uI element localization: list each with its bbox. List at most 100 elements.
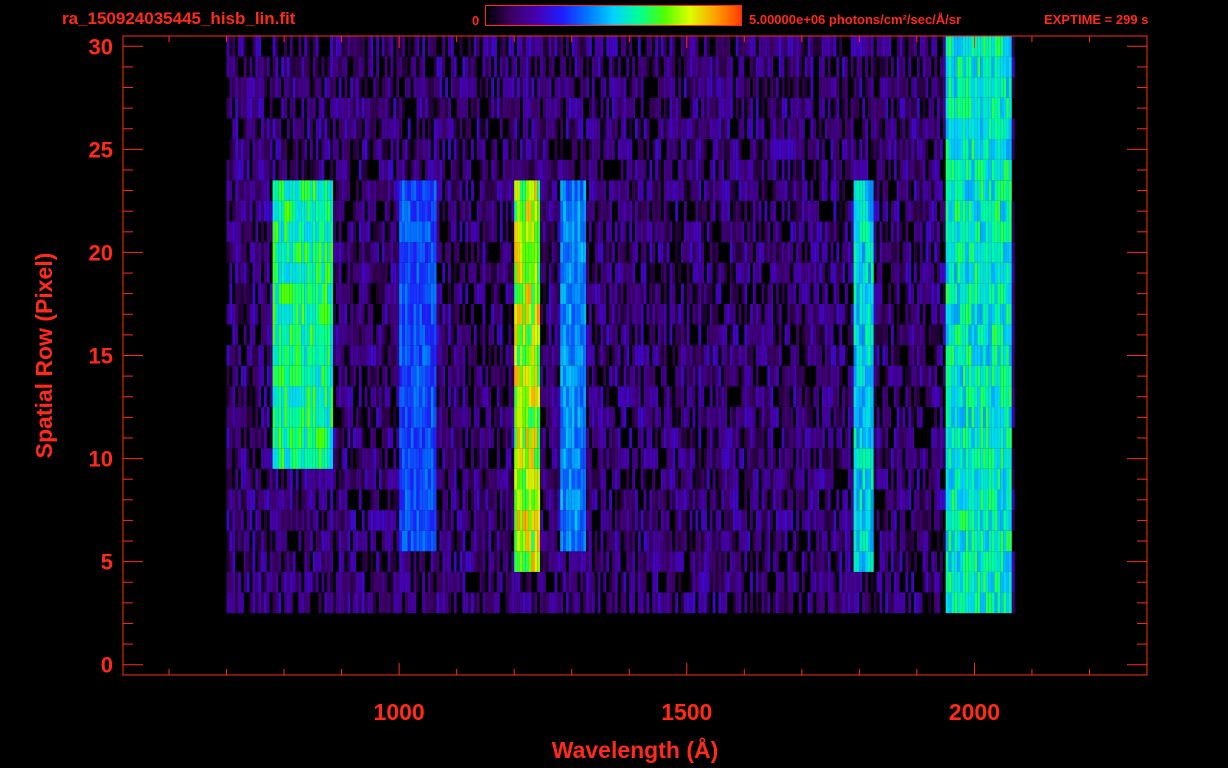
heatmap-cell xyxy=(934,283,938,304)
heatmap-cell xyxy=(574,468,578,490)
heatmap-cell xyxy=(301,448,305,469)
heatmap-cell xyxy=(968,510,972,531)
heatmap-cell xyxy=(983,303,986,325)
heatmap-cell xyxy=(1006,303,1009,325)
heatmap-cell xyxy=(425,530,428,552)
heatmap-cell xyxy=(718,571,722,593)
heatmap-cell xyxy=(968,365,972,387)
heatmap-cell xyxy=(896,283,900,304)
heatmap-cell xyxy=(738,262,742,284)
heatmap-cell xyxy=(263,180,267,201)
heatmap-cell xyxy=(931,365,935,387)
heatmap-cell xyxy=(588,159,592,181)
heatmap-cell xyxy=(770,407,774,428)
heatmap-cell xyxy=(591,468,595,490)
heatmap-cell xyxy=(640,345,644,366)
heatmap-cell xyxy=(476,448,480,469)
heatmap-cell xyxy=(747,386,751,408)
heatmap-cell xyxy=(830,303,834,325)
heatmap-cell xyxy=(701,200,705,222)
heatmap-cell xyxy=(928,262,932,284)
heatmap-cell xyxy=(683,530,687,552)
heatmap-cell xyxy=(390,427,394,449)
heatmap-cell xyxy=(591,200,595,222)
heatmap-cell xyxy=(364,139,368,160)
heatmap-cell xyxy=(318,468,322,490)
heatmap-cell xyxy=(479,324,483,346)
heatmap-cell xyxy=(747,448,751,469)
heatmap-cell xyxy=(862,200,866,222)
heatmap-cell xyxy=(652,551,656,572)
heatmap-cell xyxy=(327,571,331,593)
heatmap-cell xyxy=(425,262,428,284)
heatmap-cell xyxy=(816,489,820,511)
heatmap-cell xyxy=(560,592,564,614)
heatmap-cell xyxy=(588,283,592,304)
heatmap-cell xyxy=(269,468,273,490)
heatmap-cell xyxy=(292,489,296,511)
heatmap-cell xyxy=(565,180,569,201)
heatmap-cell xyxy=(773,489,776,511)
heatmap-cell xyxy=(896,571,900,593)
heatmap-cell xyxy=(876,468,880,490)
heatmap-cell xyxy=(330,303,333,325)
heatmap-cell xyxy=(367,242,371,263)
heatmap-cell xyxy=(752,407,756,428)
heatmap-cell xyxy=(324,448,328,469)
heatmap-cell xyxy=(681,530,684,552)
heatmap-cell xyxy=(603,427,607,449)
heatmap-cell xyxy=(528,468,532,490)
heatmap-cell xyxy=(243,551,247,572)
heatmap-cell xyxy=(551,592,555,614)
heatmap-cell xyxy=(393,551,397,572)
heatmap-cell xyxy=(672,283,676,304)
heatmap-cell xyxy=(652,592,656,614)
heatmap-cell xyxy=(824,510,828,531)
heatmap-cell xyxy=(652,468,656,490)
heatmap-cell xyxy=(672,448,676,469)
heatmap-cell xyxy=(695,345,699,366)
heatmap-cell xyxy=(439,365,443,387)
heatmap-cell xyxy=(583,551,587,572)
heatmap-cell xyxy=(655,180,659,201)
heatmap-cell xyxy=(732,468,736,490)
heatmap-cell xyxy=(738,571,742,593)
heatmap-cell xyxy=(436,407,440,428)
heatmap-cell xyxy=(560,386,564,408)
heatmap-cell xyxy=(232,592,236,614)
heatmap-cell xyxy=(272,510,276,531)
heatmap-cell xyxy=(330,159,333,181)
heatmap-cell xyxy=(988,571,992,593)
heatmap-cell xyxy=(773,221,776,243)
heatmap-cell xyxy=(775,345,779,366)
heatmap-cell xyxy=(376,221,379,243)
heatmap-cell xyxy=(304,221,308,243)
heatmap-cell xyxy=(752,489,756,511)
heatmap-cell xyxy=(496,407,500,428)
heatmap-cell xyxy=(309,283,313,304)
heatmap-cell xyxy=(404,530,408,552)
heatmap-cell xyxy=(787,159,791,181)
heatmap-cell xyxy=(563,303,566,325)
heatmap-cell xyxy=(603,571,607,593)
heatmap-cell xyxy=(761,386,765,408)
heatmap-cell xyxy=(404,551,408,572)
heatmap-cell xyxy=(557,468,561,490)
heatmap-cell xyxy=(246,530,250,552)
heatmap-cell xyxy=(919,262,923,284)
heatmap-cell xyxy=(468,159,472,181)
heatmap-cell xyxy=(235,180,239,201)
heatmap-cell xyxy=(545,180,549,201)
heatmap-cell xyxy=(586,242,589,263)
heatmap-cell xyxy=(721,159,725,181)
heatmap-cell xyxy=(698,592,702,614)
heatmap-cell xyxy=(508,468,512,490)
heatmap-cell xyxy=(888,530,891,552)
heatmap-cell xyxy=(844,283,848,304)
heatmap-cell xyxy=(859,448,863,469)
heatmap-cell xyxy=(640,510,644,531)
heatmap-cell xyxy=(698,407,702,428)
heatmap-cell xyxy=(292,283,296,304)
heatmap-cell xyxy=(646,221,650,243)
heatmap-cell xyxy=(718,530,722,552)
